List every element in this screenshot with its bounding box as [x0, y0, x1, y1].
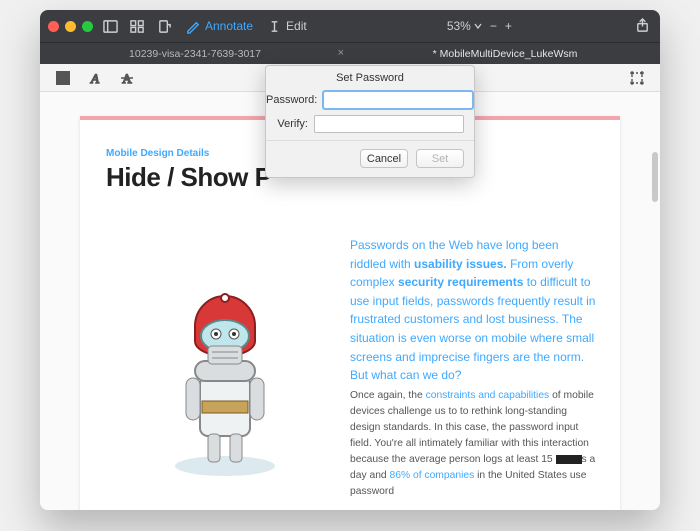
tab-label: * MobileMultiDevice_LukeWsm: [433, 48, 578, 60]
font-fill-icon[interactable]: A: [54, 70, 72, 86]
page-title: Hide / Show P: [106, 162, 271, 193]
app-window: Annotate Edit 53% − + 10239-visa-2341-76…: [40, 10, 660, 510]
zoom-in-button[interactable]: +: [505, 19, 512, 33]
font-style-icon[interactable]: A: [86, 70, 104, 86]
tab-label: 10239-visa-2341-7639-3017: [129, 48, 261, 60]
share-icon[interactable]: [635, 18, 650, 33]
verify-input[interactable]: [314, 115, 464, 133]
robot-illustration: [150, 266, 300, 486]
body-paragraph: Once again, the constraints and capabili…: [350, 388, 600, 500]
export-icon[interactable]: [157, 19, 172, 34]
thumbnails-icon[interactable]: [130, 19, 145, 34]
close-window-button[interactable]: [48, 21, 59, 32]
redacted-text: [556, 455, 582, 464]
minimize-window-button[interactable]: [65, 21, 76, 32]
dialog-title: Set Password: [266, 66, 474, 88]
annotate-button[interactable]: Annotate: [186, 19, 253, 34]
svg-text:A: A: [90, 71, 99, 86]
edit-label: Edit: [286, 19, 307, 33]
password-input[interactable]: [323, 91, 473, 109]
tab-bar: 10239-visa-2341-7639-3017 × * MobileMult…: [40, 42, 660, 64]
edit-button[interactable]: Edit: [267, 19, 307, 34]
cancel-button[interactable]: Cancel: [360, 149, 408, 168]
svg-text:A: A: [59, 73, 67, 85]
zoom-controls: 53% − +: [447, 19, 512, 33]
tab-document-2[interactable]: * MobileMultiDevice_LukeWsm: [350, 43, 660, 64]
zoom-value: 53%: [447, 19, 471, 33]
zoom-dropdown[interactable]: 53%: [447, 19, 482, 33]
page-category: Mobile Design Details: [106, 148, 209, 159]
zoom-window-button[interactable]: [82, 21, 93, 32]
font-strike-icon[interactable]: A: [118, 70, 136, 86]
window-controls: [48, 21, 93, 32]
set-password-dialog: Set Password Password: Verify: Cancel Se…: [265, 65, 475, 178]
close-tab-icon[interactable]: ×: [338, 47, 344, 59]
tab-document-1[interactable]: 10239-visa-2341-7639-3017 ×: [40, 43, 350, 64]
set-button[interactable]: Set: [416, 149, 464, 168]
text-cursor-icon: [267, 19, 282, 34]
chevron-down-icon: [474, 22, 482, 30]
crop-icon[interactable]: [628, 70, 646, 86]
password-label: Password:: [266, 94, 317, 106]
toolbar-view-group: [103, 19, 172, 34]
sidebar-toggle-icon[interactable]: [103, 19, 118, 34]
intro-paragraph: Passwords on the Web have long been ridd…: [350, 236, 596, 385]
zoom-out-button[interactable]: −: [490, 19, 497, 33]
vertical-scrollbar[interactable]: [652, 152, 658, 202]
annotate-label: Annotate: [205, 19, 253, 33]
pencil-icon: [186, 19, 201, 34]
titlebar: Annotate Edit 53% − +: [40, 10, 660, 42]
verify-label: Verify:: [266, 118, 308, 130]
